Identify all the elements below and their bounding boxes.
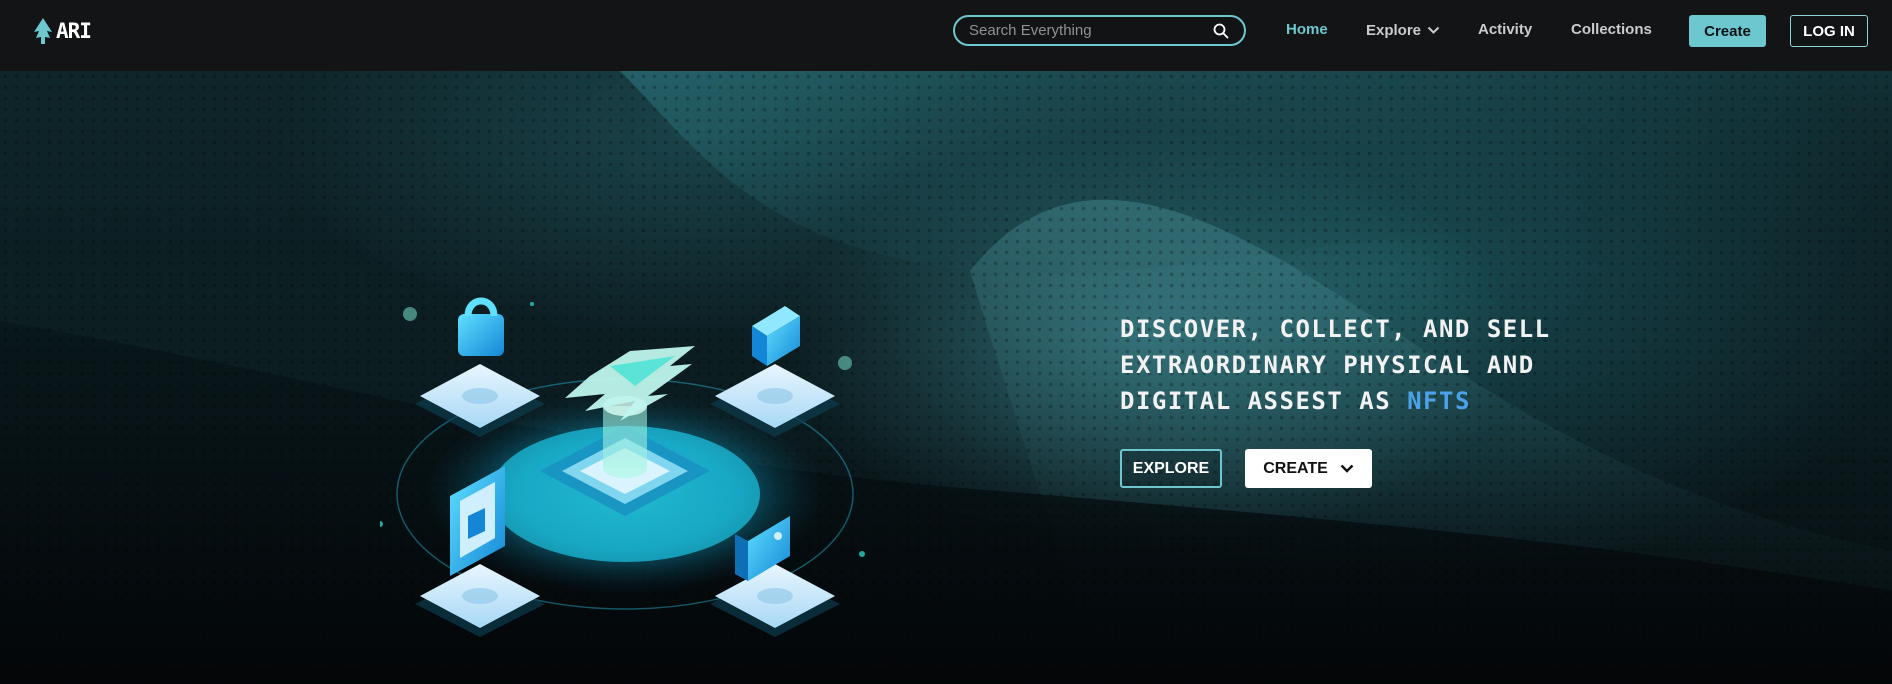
hero-tagline-line-2: EXTRAORDINARY PHYSICAL AND bbox=[1120, 351, 1535, 379]
nav-home[interactable]: Home bbox=[1286, 21, 1328, 38]
hero-create-dropdown-button[interactable]: CREATE bbox=[1245, 449, 1372, 488]
nav-explore[interactable]: Explore bbox=[1366, 22, 1440, 39]
search-bar bbox=[953, 15, 1246, 46]
chevron-down-icon bbox=[1427, 26, 1440, 34]
hero-create-label: CREATE bbox=[1263, 459, 1328, 477]
explore-button[interactable]: EXPLORE bbox=[1120, 449, 1222, 488]
hero-tagline-nfts: NFTS bbox=[1407, 387, 1471, 415]
hero-tagline-line-1: DISCOVER, COLLECT, AND SELL bbox=[1120, 315, 1551, 343]
nav-collections[interactable]: Collections bbox=[1571, 21, 1652, 38]
login-button[interactable]: LOG IN bbox=[1790, 15, 1868, 47]
nav-activity[interactable]: Activity bbox=[1478, 21, 1532, 38]
hero-section: DISCOVER, COLLECT, AND SELL EXTRAORDINAR… bbox=[0, 71, 1892, 684]
hero-tagline-line-3-prefix: DIGITAL ASSEST AS bbox=[1120, 387, 1408, 415]
isometric-nft-platform-illustration bbox=[380, 297, 865, 637]
dot-matrix-overlay bbox=[0, 71, 1892, 684]
hero-tagline-line-3: DIGITAL ASSEST AS NFTS bbox=[1120, 383, 1551, 419]
brand-logo-text: ARI bbox=[56, 18, 92, 43]
brand-logo[interactable]: ARI bbox=[33, 17, 92, 45]
create-button[interactable]: Create bbox=[1689, 15, 1766, 47]
search-input[interactable] bbox=[969, 22, 1212, 39]
hero-tagline: DISCOVER, COLLECT, AND SELL EXTRAORDINAR… bbox=[1120, 311, 1551, 419]
search-icon[interactable] bbox=[1212, 22, 1230, 40]
chevron-down-icon bbox=[1340, 464, 1354, 473]
nav-explore-label: Explore bbox=[1366, 22, 1422, 39]
logo-tree-icon bbox=[34, 18, 52, 44]
top-navbar: ARI Home Explore Activity Collections Cr… bbox=[0, 0, 1892, 71]
